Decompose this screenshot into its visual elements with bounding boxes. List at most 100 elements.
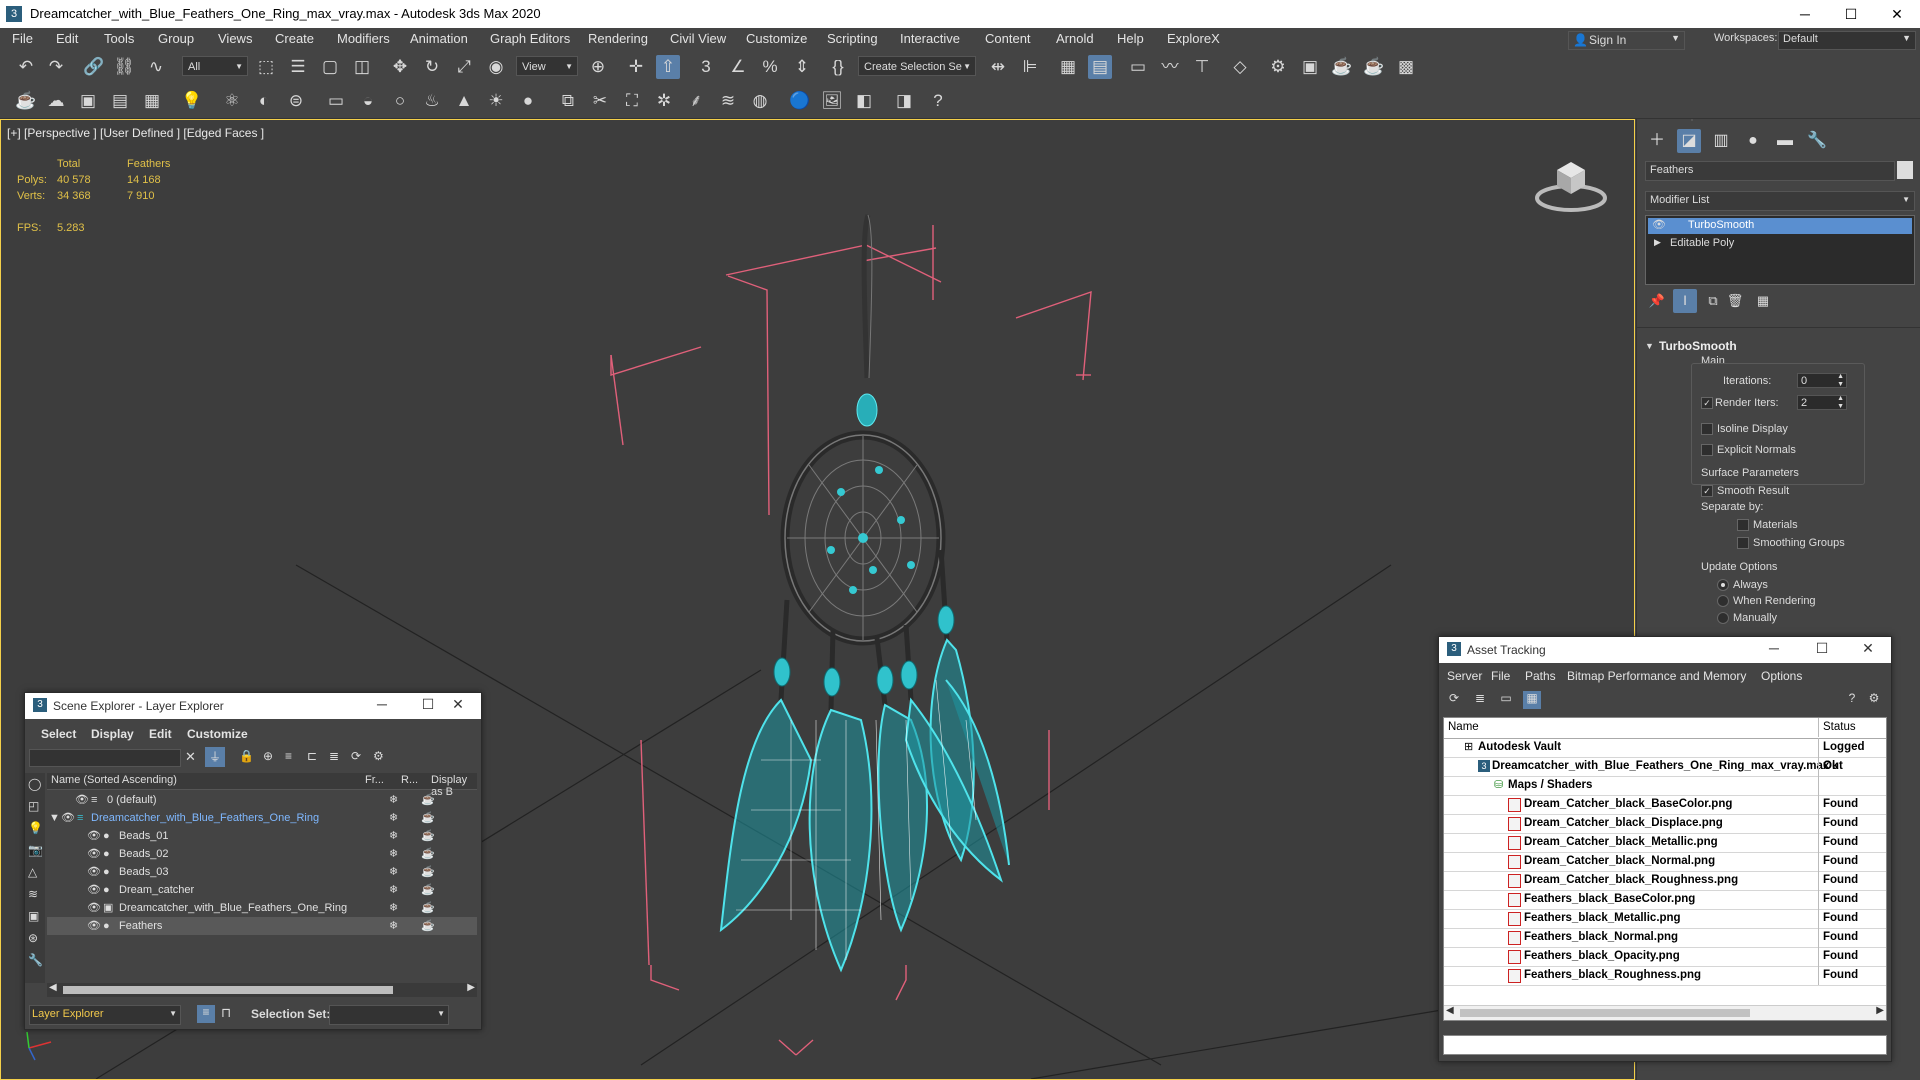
dome-icon[interactable]: ◒ [356, 89, 380, 113]
image-icon[interactable]: 🖼 [820, 89, 844, 113]
sun-icon[interactable]: ☀ [484, 89, 508, 113]
render-in-cloud-icon[interactable]: ▩ [1394, 55, 1418, 79]
select-by-name-icon[interactable]: ☰ [286, 55, 310, 79]
tree-row[interactable]: 👁 ● Beads_02 ❄ ☕ [47, 845, 477, 863]
select-object-icon[interactable]: ⬚ [254, 55, 278, 79]
eye-icon[interactable]: 👁 [87, 917, 101, 935]
menu-edit[interactable]: Edit [56, 31, 78, 46]
asset-row[interactable]: Dream_Catcher_black_Displace.png Found [1444, 814, 1886, 834]
settings-icon[interactable]: ⚙ [373, 749, 384, 763]
menu-server[interactable]: Server [1447, 669, 1482, 683]
align-icon[interactable]: ⊫ [1018, 55, 1042, 79]
create-tab-icon[interactable]: ＋ [1645, 129, 1669, 153]
menu-scripting[interactable]: Scripting [827, 31, 878, 46]
render-icon[interactable]: ☕ [421, 827, 435, 845]
help-icon[interactable]: ? [1843, 691, 1861, 709]
material-editor-icon[interactable]: ◇ [1228, 55, 1252, 79]
proxy-icon[interactable]: ⧉ [556, 89, 580, 113]
render-iters-spinner[interactable]: 2 ▲ ▼ [1797, 395, 1847, 410]
layer-manager-icon[interactable]: ◨ [892, 89, 916, 113]
asset-horizontal-scrollbar[interactable]: ◀ ▶ [1444, 1005, 1886, 1020]
new-layer-icon[interactable]: ⊕ [263, 749, 273, 763]
freeze-icon[interactable]: ❄ [389, 881, 398, 899]
asset-path-field[interactable] [1443, 1035, 1887, 1055]
menu-file[interactable]: File [1491, 669, 1510, 683]
menu-animation[interactable]: Animation [410, 31, 468, 46]
scene-explorer-icon[interactable]: ▦ [1056, 55, 1080, 79]
help-icon[interactable]: ? [926, 89, 950, 113]
menu-views[interactable]: Views [218, 31, 252, 46]
eye-icon[interactable]: 👁 [75, 791, 89, 809]
eye-icon[interactable]: 👁 [61, 809, 75, 827]
sphere-fade-icon[interactable]: ◍ [748, 89, 772, 113]
scrollbar-thumb[interactable] [63, 986, 393, 994]
minimize-button[interactable]: ─ [1759, 640, 1789, 656]
col-status-header[interactable]: Status [1818, 718, 1856, 737]
create-selection-set-dropdown[interactable]: Create Selection Se ▼ [858, 56, 976, 76]
menu-content[interactable]: Content [985, 31, 1031, 46]
freeze-icon[interactable]: ❄ [389, 845, 398, 863]
render-icon[interactable]: ☕ [421, 899, 435, 917]
freeze-icon[interactable]: ❄ [389, 791, 398, 809]
tree-row[interactable]: 👁 ● Beads_01 ❄ ☕ [47, 827, 477, 845]
menu-help[interactable]: Help [1117, 31, 1144, 46]
menu-file[interactable]: File [12, 31, 33, 46]
scroll-right-icon[interactable]: ▶ [1876, 1005, 1884, 1016]
close-button[interactable]: ✕ [1853, 640, 1883, 657]
undo-icon[interactable]: ↶ [14, 55, 38, 79]
selection-set-dropdown[interactable]: ▼ [329, 1005, 449, 1025]
remove-modifier-icon[interactable]: 🗑 [1723, 289, 1747, 313]
hair-icon[interactable]: ≋ [716, 89, 740, 113]
pivot-center-icon[interactable]: ⊕ [586, 55, 610, 79]
redo-icon[interactable]: ↷ [44, 55, 68, 79]
col-render-header[interactable]: R... [401, 774, 418, 786]
object-color-swatch[interactable] [1897, 161, 1913, 179]
menu-modifiers[interactable]: Modifiers [337, 31, 390, 46]
menu-rendering[interactable]: Rendering [588, 31, 648, 46]
collapse-arrow-icon[interactable]: ▼ [1645, 341, 1654, 351]
render-frame-icon[interactable]: ▣ [76, 89, 100, 113]
scene-explorer-titlebar[interactable]: 3 Scene Explorer - Layer Explorer ─ ☐ ✕ [25, 693, 481, 719]
tree-row[interactable]: 👁 ● Dream_catcher ❄ ☕ [47, 881, 477, 899]
materials-checkbox[interactable] [1737, 519, 1749, 531]
scroll-left-icon[interactable]: ◀ [49, 982, 57, 993]
display-lights-icon[interactable]: 💡 [28, 821, 43, 835]
turbosmooth-rollout-title[interactable]: TurboSmooth [1659, 339, 1737, 353]
col-name-header[interactable]: Name (Sorted Ascending) [51, 774, 177, 786]
iterations-spinner[interactable]: 0 ▲ ▼ [1797, 373, 1847, 388]
manually-radio[interactable] [1717, 612, 1729, 624]
tree-row[interactable]: ▼ 👁 ≡ Dreamcatcher_with_Blue_Feathers_On… [47, 809, 477, 827]
settings-icon[interactable]: ⚙ [1865, 691, 1883, 709]
isoline-display-checkbox[interactable] [1701, 423, 1713, 435]
display-bones-icon[interactable]: 🔧 [28, 953, 43, 967]
col-name-header[interactable]: Name [1448, 718, 1479, 737]
schematic-view-icon[interactable]: ⊤ [1190, 55, 1214, 79]
light-lister-icon[interactable]: 💡 [180, 89, 204, 113]
rotate-icon[interactable]: ↻ [420, 55, 444, 79]
explicit-normals-checkbox[interactable] [1701, 444, 1713, 456]
selection-filter-dropdown[interactable]: All ▼ [182, 56, 248, 76]
sync-icon[interactable]: ⟳ [351, 749, 361, 763]
eye-icon[interactable]: 👁 [87, 863, 101, 881]
hierarchy-icon[interactable]: ⊏ [307, 749, 317, 763]
freeze-icon[interactable]: ❄ [389, 917, 398, 935]
eye-icon[interactable]: 👁 [87, 881, 101, 899]
display-cameras-icon[interactable]: 📷 [28, 843, 43, 857]
eye-icon[interactable]: 👁 [87, 899, 101, 917]
percent-snap-icon[interactable]: % [758, 55, 782, 79]
vray-settings-icon[interactable]: ⊜ [284, 89, 308, 113]
plane-icon[interactable]: ▭ [324, 89, 348, 113]
motion-tab-icon[interactable]: ● [1741, 129, 1765, 153]
menu-paths[interactable]: Paths [1525, 669, 1556, 683]
when-rendering-radio[interactable] [1717, 595, 1729, 607]
tree-row-selected[interactable]: 👁 ● Feathers ❄ ☕ [47, 917, 477, 935]
menu-select[interactable]: Select [41, 727, 76, 741]
mirror-icon[interactable]: ⇹ [986, 55, 1010, 79]
close-button[interactable]: ✕ [1874, 0, 1920, 28]
transform-gizmo-icon[interactable]: ✛ [624, 55, 648, 79]
layer-explorer-toggle-icon[interactable]: ≡ [197, 1005, 215, 1023]
angle-snap-icon[interactable]: ∠ [726, 55, 750, 79]
teapot-icon[interactable]: ☕ [14, 89, 38, 113]
display-groups-icon[interactable]: ▣ [28, 909, 39, 923]
menu-civil-view[interactable]: Civil View [670, 31, 726, 46]
